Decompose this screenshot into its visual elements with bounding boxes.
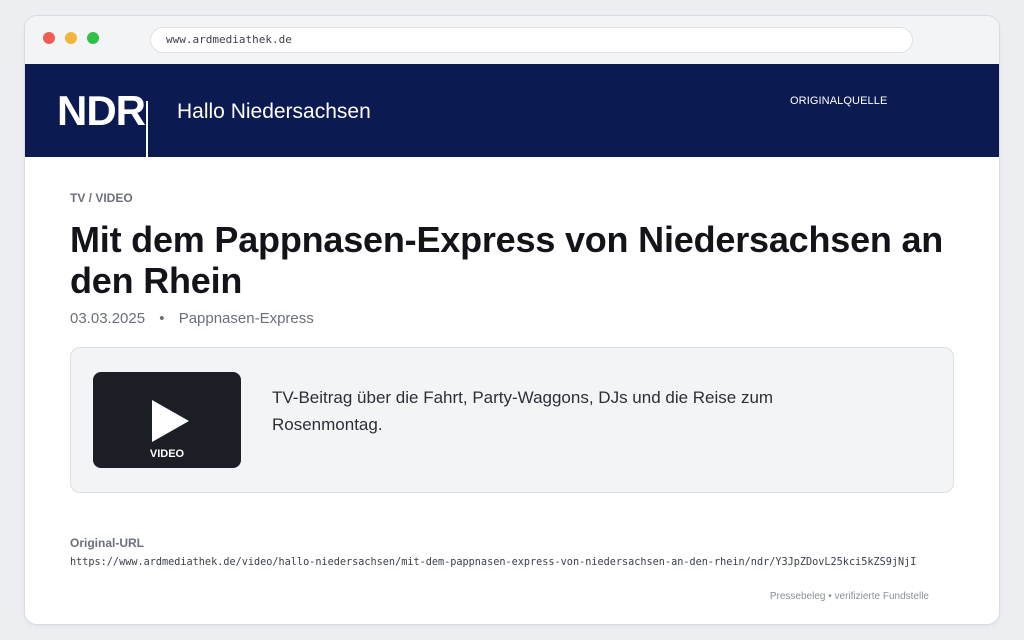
meta-separator: • bbox=[159, 310, 165, 327]
ndr-logo[interactable]: NDR bbox=[57, 87, 148, 165]
logo-divider bbox=[146, 101, 148, 165]
media-description: TV-Beitrag über die Fahrt, Party-Waggons… bbox=[272, 388, 774, 434]
browser-toolbar: www.ardmediathek.de bbox=[25, 16, 999, 64]
article-meta: 03.03.2025 • Pappnasen-Express bbox=[70, 309, 314, 329]
site-name: Hallo Niedersachsen bbox=[177, 100, 371, 123]
footer-note: Pressebeleg • verifizierte Fundstelle bbox=[769, 591, 929, 602]
original-url[interactable]: https://www.ardmediathek.de/video/hallo-… bbox=[70, 556, 999, 570]
original-source-link[interactable]: ORIGINALQUELLE bbox=[790, 94, 887, 108]
original-url-label: Original-URL bbox=[70, 536, 144, 550]
category-label: Pappnasen-Express bbox=[178, 310, 314, 327]
video-thumbnail[interactable]: VIDEO bbox=[93, 372, 241, 468]
publish-date: 03.03.2025 bbox=[70, 310, 146, 327]
maximize-window-button[interactable] bbox=[87, 32, 99, 44]
play-icon bbox=[152, 400, 189, 442]
site-header: NDR Hallo Niedersachsen ORIGINALQUELLE bbox=[25, 64, 999, 165]
video-label: VIDEO bbox=[149, 448, 185, 460]
media-card: VIDEO TV-Beitrag über die Fahrt, Party-W… bbox=[70, 347, 954, 493]
browser-window: www.ardmediathek.de NDR Hallo Niedersach… bbox=[25, 16, 999, 624]
address-bar[interactable]: www.ardmediathek.de bbox=[150, 27, 913, 53]
article-title: Mit dem Pappnasen-Express von Niedersach… bbox=[70, 219, 944, 301]
close-window-button[interactable] bbox=[43, 32, 55, 44]
logo-text: NDR bbox=[57, 87, 146, 134]
minimize-window-button[interactable] bbox=[65, 32, 77, 44]
section-label: TV / VIDEO bbox=[70, 191, 133, 205]
